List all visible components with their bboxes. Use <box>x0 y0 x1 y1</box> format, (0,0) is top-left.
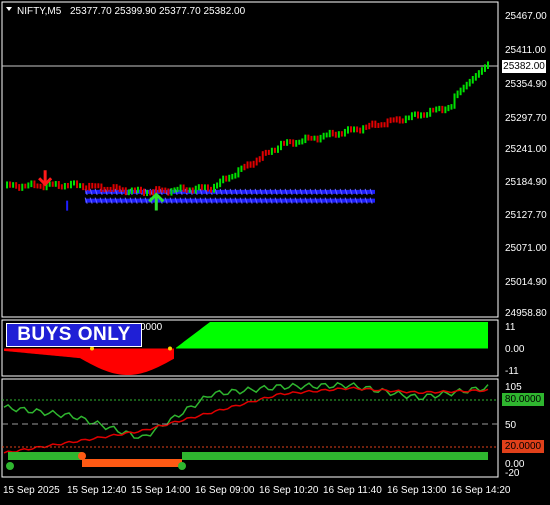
price-axis-label: 25014.90 <box>505 277 547 288</box>
osc1-value-readout: 0000 <box>140 322 163 333</box>
price-axis-label: 25184.90 <box>505 177 547 188</box>
price-axis-label: 25297.70 <box>505 113 547 124</box>
buys-only-banner: BUYS ONLY <box>6 323 142 347</box>
price-axis-label: 25241.00 <box>505 144 547 155</box>
time-axis-label: 16 Sep 14:20 <box>451 485 511 496</box>
price-axis-label: 25354.90 <box>505 79 547 90</box>
time-axis-label: 16 Sep 13:00 <box>387 485 447 496</box>
level-20-badge: 20.0000 <box>502 440 544 453</box>
symbol-dropdown-icon[interactable] <box>6 7 12 11</box>
state-up-bar <box>182 452 488 460</box>
osc2-state-bars <box>6 452 488 470</box>
transition-dot <box>168 346 172 351</box>
time-axis-label: 16 Sep 11:40 <box>323 485 382 496</box>
histogram-positive-area <box>176 322 488 349</box>
level-80-badge: 80.0000 <box>502 393 544 406</box>
price-axis: 25467.00 25411.00 25354.90 25297.70 2524… <box>505 11 547 319</box>
osc2-axis-label: -20 <box>505 468 520 479</box>
price-bars <box>6 61 489 197</box>
sell-arrow-icon <box>38 170 53 187</box>
time-axis: 15 Sep 2025 15 Sep 12:40 15 Sep 14:00 16… <box>3 485 511 496</box>
histogram-negative-area <box>4 348 174 375</box>
osc1-axis-label: -11 <box>505 366 519 377</box>
osc2-axis-label: 50 <box>505 420 517 431</box>
symbol-label: NIFTY,M5 <box>17 6 62 17</box>
osc1-axis-label: 11 <box>505 322 516 333</box>
time-axis-label: 16 Sep 09:00 <box>195 485 255 496</box>
price-axis-label: 24958.80 <box>505 308 547 319</box>
price-axis-label: 25071.00 <box>505 243 547 254</box>
state-dot <box>6 462 14 470</box>
time-axis-label: 15 Sep 12:40 <box>67 485 127 496</box>
state-dot <box>78 452 86 460</box>
price-axis-label: 25411.00 <box>505 45 546 56</box>
chart-canvas[interactable]: NIFTY,M5 25377.70 25399.90 25377.70 2538… <box>0 0 550 500</box>
osc1-axis-label: 0.00 <box>505 344 525 355</box>
osc2-lines <box>3 381 489 454</box>
osc2-axis-label: 105 <box>505 382 522 393</box>
price-panel-frame <box>1 1 499 318</box>
time-axis-label: 16 Sep 10:20 <box>259 485 319 496</box>
osc1-axis: 11 0.00 -11 <box>505 322 525 377</box>
state-up-bar <box>8 452 82 460</box>
transition-dot <box>90 346 94 351</box>
chart-window[interactable]: NIFTY,M5 25377.70 25399.90 25377.70 2538… <box>0 0 550 500</box>
state-dot <box>178 462 186 470</box>
time-axis-label: 15 Sep 14:00 <box>131 485 191 496</box>
ohlc-readout: 25377.70 25399.90 25377.70 25382.00 <box>70 6 246 17</box>
state-down-bar <box>82 459 182 467</box>
current-price-badge: 25382.00 <box>502 60 546 73</box>
price-axis-label: 25467.00 <box>505 11 547 22</box>
price-axis-label: 25127.70 <box>505 210 547 221</box>
time-axis-label: 15 Sep 2025 <box>3 485 60 496</box>
